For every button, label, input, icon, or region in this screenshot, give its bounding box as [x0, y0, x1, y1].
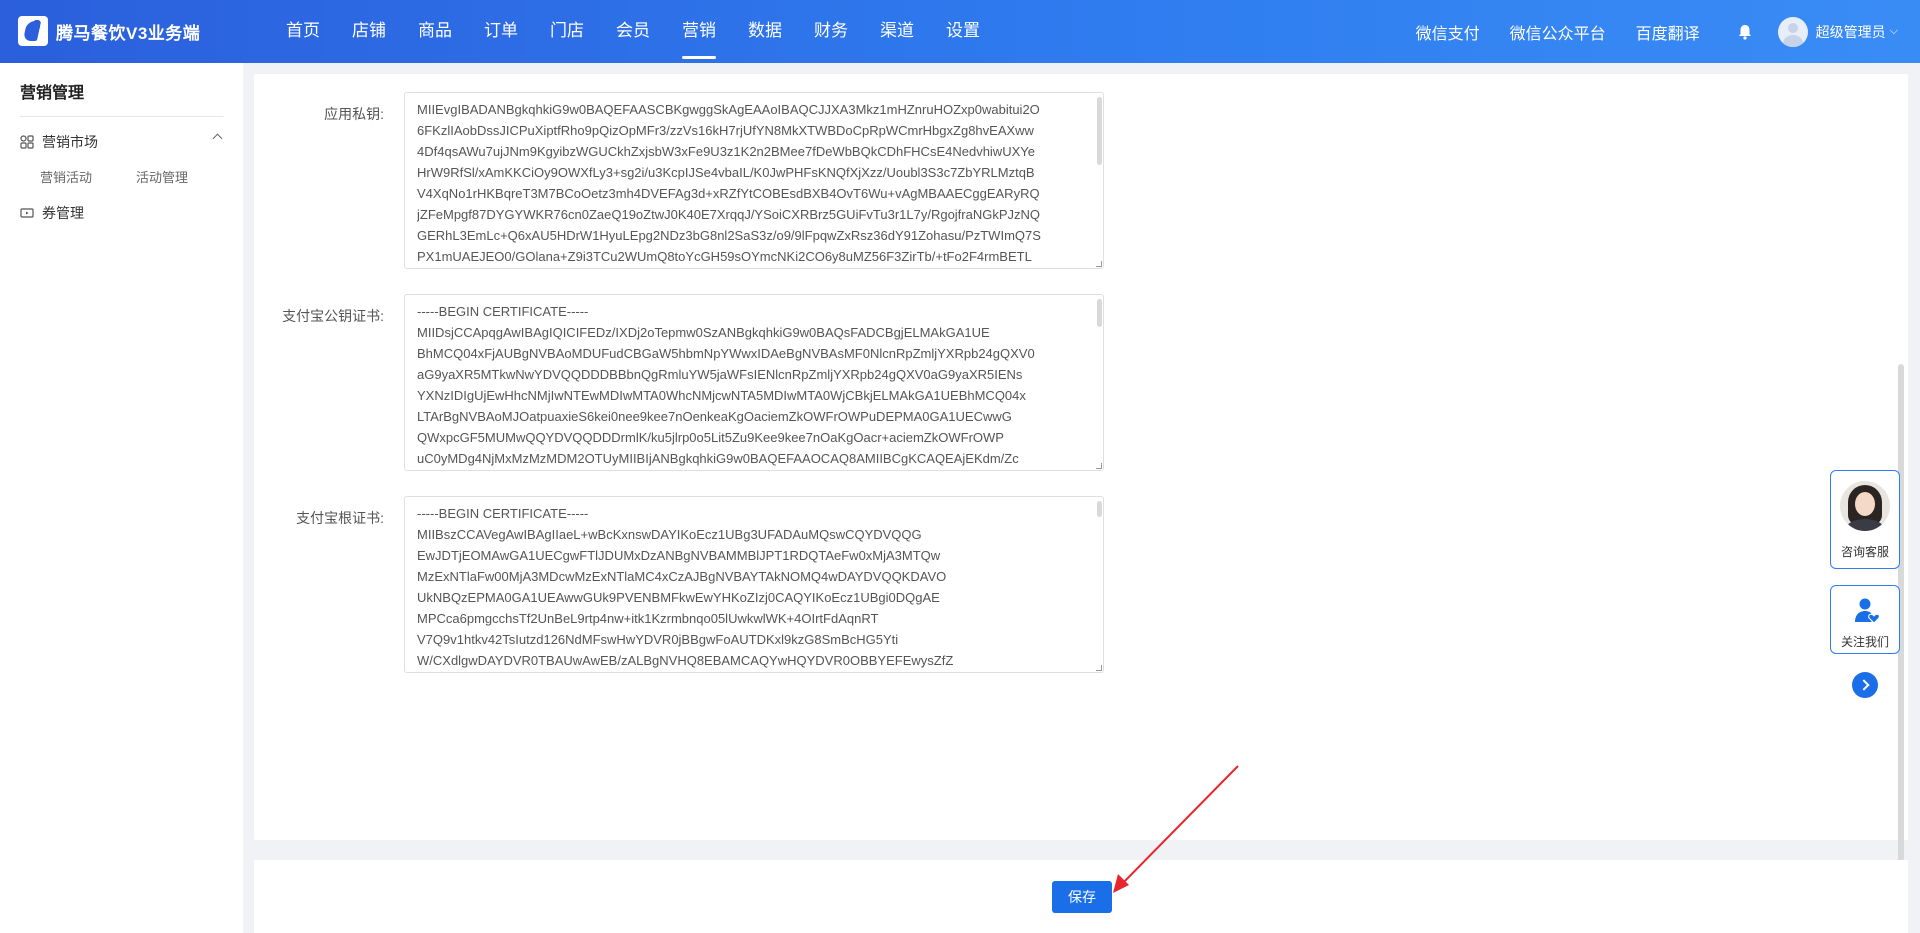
textarea-line: MIIEvgIBADANBgkqhkiG9w0BAQEFAASCBKgwggSk…: [417, 102, 1040, 117]
textarea-line: uC0yMDg4NjMxMzMzMDM2OTUyMIIBIjANBgkqhkiG…: [417, 451, 1019, 466]
link-baidu-translate[interactable]: 百度翻译: [1636, 20, 1700, 44]
sidebar-item-label: 券管理: [42, 205, 84, 221]
nav-item-finance[interactable]: 财务: [798, 0, 864, 63]
brand-name: 腾马餐饮V3业务端: [56, 23, 201, 43]
textarea-line: GERhL3EmLc+Q6xAU5HDrW1HyuLEpg2NDz3bG8nl2…: [417, 228, 1041, 243]
sidebar-group-marketing-market[interactable]: 营销市场: [20, 127, 223, 157]
user-name: 超级管理员: [1815, 23, 1886, 40]
ticket-icon: [20, 206, 34, 220]
app-private-key-textarea[interactable]: MIIEvgIBADANBgkqhkiG9w0BAQEFAASCBKgwggSk…: [404, 92, 1104, 269]
textarea-line: V4XqNo1rHKBqreT3M7BCoOetz3mh4DVEFAg3d+xR…: [417, 186, 1040, 201]
form-actions: 保存: [254, 860, 1908, 933]
textarea-line: MPCca6pmgcchsTf2UnBeL9rtp4nw+itk1Kzrmbnq…: [417, 611, 879, 626]
follow-us-label: 关注我们: [1840, 635, 1889, 649]
textarea-scrollbar[interactable]: [1097, 97, 1102, 165]
field-label: 支付宝公钥证书:: [282, 308, 384, 324]
nav-item-home[interactable]: 首页: [270, 0, 336, 63]
brand[interactable]: 腾马餐饮V3业务端: [18, 16, 200, 46]
textarea-line: MIIBszCCAVegAwIBAgIIaeL+wBcKxnswDAYIKoEc…: [417, 527, 922, 542]
textarea-line: QWxpcGF5MUMwQQYDVQQDDDrmlK/ku5jlrp0o5Lit…: [417, 430, 1004, 445]
textarea-line: MIIDsjCCApqgAwIBAgIQICIFEDz/IXDj2oTepmw0…: [417, 325, 990, 340]
top-navigation-bar: 腾马餐饮V3业务端 首页 店铺 商品 订单 门店 会员 营销 数据 财务 渠道 …: [0, 0, 1920, 63]
bell-icon[interactable]: [1736, 23, 1754, 41]
service-agent-avatar: [1840, 481, 1890, 531]
textarea-line: W/CXdlgwDAYDVR0TBAUwAwEB/zALBgNVHQ8EBAMC…: [417, 653, 954, 668]
resize-handle[interactable]: [1096, 261, 1102, 267]
grid-icon: [20, 135, 34, 149]
nav-item-shop[interactable]: 店铺: [336, 0, 402, 63]
textarea-scrollbar[interactable]: [1097, 501, 1102, 517]
sidebar-divider: [20, 116, 223, 117]
textarea-scrollbar[interactable]: [1097, 299, 1102, 327]
textarea-line: HrW9RfSl/xAmKKCiOy9OWXfLy3+sg2i/u3KcpIJS…: [417, 165, 1035, 180]
sidebar-item-coupon-management[interactable]: 券管理: [20, 203, 84, 223]
consult-service-label: 咨询客服: [1840, 545, 1889, 559]
textarea-line: aG9yaXR5MTkwNwYDVQQDDDBBbnQgRmluYW5jaWFs…: [417, 367, 1023, 382]
follow-us-widget[interactable]: 关注我们: [1830, 585, 1900, 654]
alipay-root-cert-textarea[interactable]: -----BEGIN CERTIFICATE----- MIIBszCCAVeg…: [404, 496, 1104, 673]
avatar: [1777, 16, 1808, 47]
field-label: 支付宝根证书:: [296, 510, 384, 526]
sidebar-item-marketing-activity[interactable]: 营销活动: [40, 167, 92, 186]
user-heart-icon: [1853, 596, 1881, 624]
textarea-line: jZFeMpgf87DYGYWKR76cn0ZaeQ19oZtwJ0K40E7X…: [417, 207, 1041, 222]
nav-item-stores[interactable]: 门店: [534, 0, 600, 63]
sidebar: 营销管理 营销市场 营销活动 活动管理 券管理: [0, 63, 243, 933]
config-form-card: 应用私钥: MIIEvgIBADANBgkqhkiG9w0BAQEFAASCBK…: [254, 74, 1908, 914]
horse-logo-icon: [18, 16, 48, 46]
sidebar-title: 营销管理: [20, 85, 85, 102]
textarea-line: 6FKzlIAobDssJICPuXiptfRho9pQizOpMFr3/zzV…: [417, 123, 1034, 138]
resize-handle[interactable]: [1096, 463, 1102, 469]
link-wechat-pay[interactable]: 微信支付: [1416, 20, 1480, 44]
textarea-line: -----BEGIN CERTIFICATE-----: [417, 304, 589, 319]
textarea-line: PX1mUAEJEO0/GOlana+Z9i3TCu2WUmQ8toYcGH59…: [417, 249, 1032, 264]
chevron-up-icon: [212, 133, 223, 144]
link-wechat-official-platform[interactable]: 微信公众平台: [1510, 20, 1606, 44]
consult-service-widget[interactable]: 咨询客服: [1830, 470, 1900, 569]
right-nav: 微信支付 微信公众平台 百度翻译 超级管理员 ⌵: [1416, 0, 1920, 63]
nav-item-goods[interactable]: 商品: [402, 0, 468, 63]
textarea-line: EwJDTjEOMAwGA1UECgwFTlJDUMxDzANBgNVBAMMB…: [417, 548, 941, 563]
textarea-line: 4Df4qsAWu7ujJNm9KgyibzWGUCkhZxjsbW3xFe9U…: [417, 144, 1035, 159]
nav-item-orders[interactable]: 订单: [468, 0, 534, 63]
nav-item-marketing[interactable]: 营销: [666, 0, 732, 63]
resize-handle[interactable]: [1096, 665, 1102, 671]
chevron-right-icon[interactable]: [1852, 672, 1878, 698]
sidebar-group-label: 营销市场: [42, 134, 98, 150]
textarea-line: UkNBQzEPMA0GA1UEAwwGUk9PVENBMFkwEwYHKoZI…: [417, 590, 940, 605]
nav-item-settings[interactable]: 设置: [930, 0, 996, 63]
nav-item-members[interactable]: 会员: [600, 0, 666, 63]
main-nav: 首页 店铺 商品 订单 门店 会员 营销 数据 财务 渠道 设置: [270, 0, 996, 63]
textarea-line: -----BEGIN CERTIFICATE-----: [417, 506, 589, 521]
chevron-down-icon: ⌵: [1889, 25, 1898, 37]
save-button[interactable]: 保存: [1052, 881, 1112, 913]
textarea-line: BhMCQ04xFjAUBgNVBAoMDUFudCBGaW5hbmNpYWwx…: [417, 346, 1035, 361]
nav-item-channels[interactable]: 渠道: [864, 0, 930, 63]
textarea-line: YXNzIDIgUjEwHhcNMjIwNTEwMDIwMTA0WhcNMjcw…: [417, 388, 1026, 403]
field-label: 应用私钥:: [324, 106, 384, 122]
sidebar-item-activity-management[interactable]: 活动管理: [136, 167, 188, 186]
nav-item-data[interactable]: 数据: [732, 0, 798, 63]
textarea-line: MzExNTlaFw00MjA3MDcwMzExNTlaMC4xCzAJBgNV…: [417, 569, 947, 584]
textarea-line: V7Q9v1htkv42TsIutzd126NdMFswHwYDVR0jBBgw…: [417, 632, 899, 647]
user-menu[interactable]: 超级管理员 ⌵: [1777, 16, 1898, 47]
textarea-line: LTArBgNVBAoMJOatpuaxieS6kei0nee9kee7nOen…: [417, 409, 1012, 424]
alipay-public-cert-textarea[interactable]: -----BEGIN CERTIFICATE----- MIIDsjCCApqg…: [404, 294, 1104, 471]
